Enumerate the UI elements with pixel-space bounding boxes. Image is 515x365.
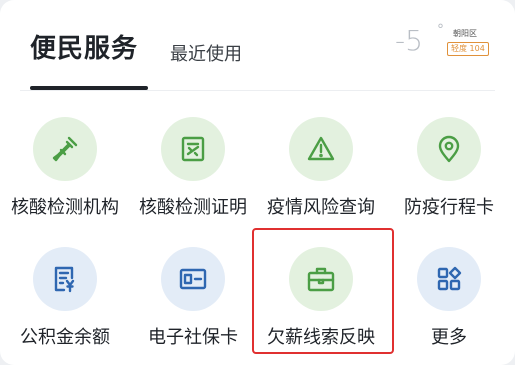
service-label: 疫情风险查询 xyxy=(267,197,375,218)
fund-document-icon xyxy=(33,247,97,311)
service-item-epidemic-risk-query[interactable]: 疫情风险查询 xyxy=(257,105,385,225)
service-item-nucleic-test-certificate[interactable]: 核酸检测证明 xyxy=(129,105,257,225)
briefcase-icon xyxy=(289,247,353,311)
id-card-icon xyxy=(161,247,225,311)
service-label: 核酸检测证明 xyxy=(139,197,247,218)
district-name: 朝阳区 xyxy=(453,29,477,38)
tab-recently-used[interactable]: 最近使用 xyxy=(170,40,242,66)
header-divider xyxy=(20,90,495,91)
service-label: 更多 xyxy=(431,327,467,348)
weather-widget[interactable]: -5 ° 朝阳区 轻度 104 xyxy=(395,22,495,64)
service-label: 防疫行程卡 xyxy=(404,197,494,218)
service-label: 欠薪线索反映 xyxy=(267,327,375,348)
service-label: 公积金余额 xyxy=(20,327,110,348)
service-item-travel-card[interactable]: 防疫行程卡 xyxy=(385,105,513,225)
service-label: 电子社保卡 xyxy=(148,327,238,348)
service-item-social-security-card[interactable]: 电子社保卡 xyxy=(129,235,257,355)
card-header: 便民服务 最近使用 -5 ° 朝阳区 轻度 104 xyxy=(0,0,515,90)
service-label: 核酸检测机构 xyxy=(11,197,119,218)
temperature-value: -5 xyxy=(395,24,423,57)
air-quality-badge: 轻度 104 xyxy=(447,42,489,56)
dropper-icon xyxy=(33,117,97,181)
certificate-icon xyxy=(161,117,225,181)
service-item-wage-arrears-report[interactable]: 欠薪线索反映 xyxy=(257,235,385,355)
warning-icon xyxy=(289,117,353,181)
service-item-nucleic-test-sites[interactable]: 核酸检测机构 xyxy=(1,105,129,225)
service-item-housing-fund-balance[interactable]: 公积金余额 xyxy=(1,235,129,355)
service-card: 便民服务 最近使用 -5 ° 朝阳区 轻度 104 核酸检测机构 核酸检测证明 … xyxy=(0,0,515,365)
location-pin-icon xyxy=(417,117,481,181)
service-item-more[interactable]: 更多 xyxy=(385,235,513,355)
tab-convenience-services[interactable]: 便民服务 xyxy=(30,28,138,65)
degree-symbol: ° xyxy=(437,22,444,38)
more-grid-icon xyxy=(417,247,481,311)
